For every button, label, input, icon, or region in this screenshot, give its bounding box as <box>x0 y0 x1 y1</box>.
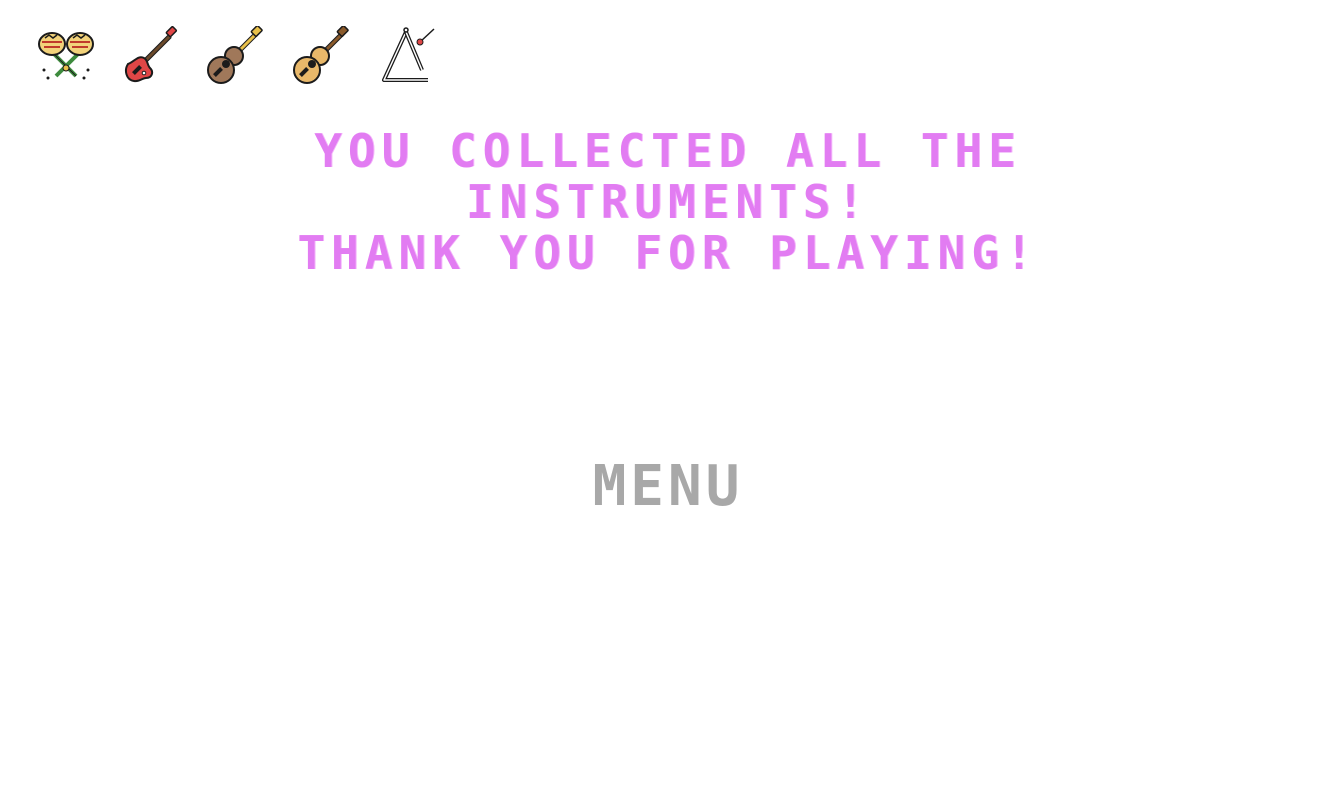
completion-message: YOU COLLECTED ALL THE INSTRUMENTS! THANK… <box>0 126 1336 279</box>
menu-button[interactable]: MENU <box>568 452 768 522</box>
message-line-3: THANK YOU FOR PLAYING! <box>297 226 1039 280</box>
message-line-2: INSTRUMENTS! <box>465 175 871 229</box>
acoustic-guitar-icon <box>290 26 350 86</box>
ukulele-icon <box>204 26 264 86</box>
triangle-icon <box>378 26 438 86</box>
message-line-1: YOU COLLECTED ALL THE <box>314 124 1022 178</box>
maracas-icon <box>36 26 96 86</box>
electric-guitar-icon <box>120 26 180 86</box>
